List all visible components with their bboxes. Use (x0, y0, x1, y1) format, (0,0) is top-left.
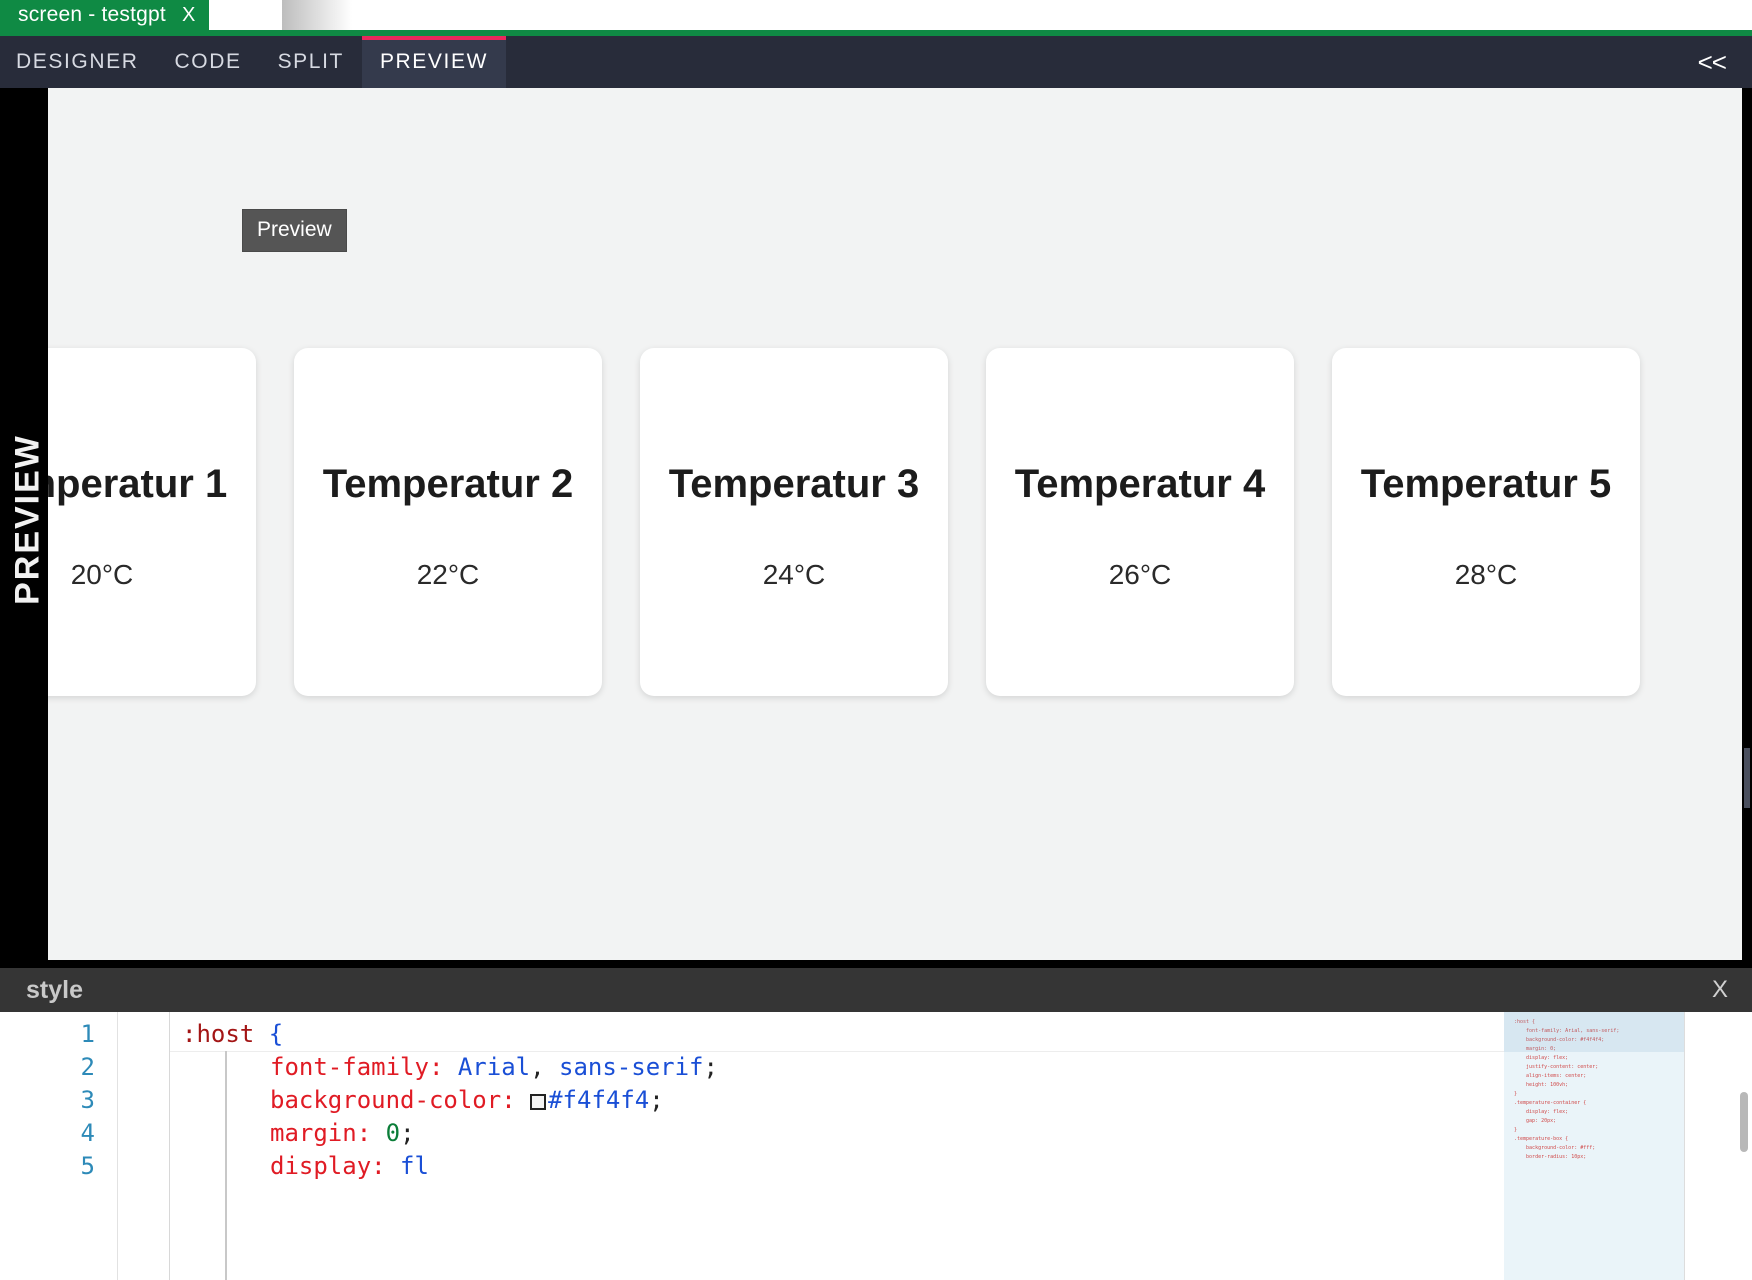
code-token: sans-serif (559, 1053, 704, 1081)
code-token: , (530, 1053, 544, 1081)
temperature-box[interactable]: Temperatur 3 24°C (640, 348, 948, 696)
minimap-line: align-items: center; (1514, 1072, 1694, 1081)
tab-code-label: CODE (175, 50, 242, 74)
temperature-box[interactable]: Temperatur 4 26°C (986, 348, 1294, 696)
minimap-line: gap: 20px; (1514, 1117, 1694, 1126)
code-token: fl (400, 1152, 429, 1180)
minimap-line: height: 100vh; (1514, 1081, 1694, 1090)
temperature-container: Temperatur 1 20°C Temperatur 2 22°C Temp… (48, 348, 1640, 696)
minimap-line: .temperature-box { (1514, 1135, 1694, 1144)
code-token: display: (270, 1152, 386, 1180)
tab-preview[interactable]: PREVIEW (362, 36, 506, 88)
minimap-line: background-color: #fff; (1514, 1144, 1694, 1153)
line-number-gutter: 12345 (0, 1012, 118, 1280)
tab-designer-label: DESIGNER (16, 50, 139, 74)
temperature-box[interactable]: Temperatur 5 28°C (1332, 348, 1640, 696)
code-token (386, 1152, 400, 1180)
temperature-value: 26°C (1109, 559, 1172, 591)
code-minimap[interactable]: :host { font-family: Arial, sans-serif; … (1504, 1012, 1694, 1280)
minimap-line: justify-content: center; (1514, 1063, 1694, 1072)
close-icon[interactable]: X (182, 5, 196, 25)
code-token (545, 1053, 559, 1081)
code-token (443, 1053, 457, 1081)
code-token (371, 1119, 385, 1147)
code-token: { (269, 1020, 283, 1048)
close-icon[interactable]: X (1712, 968, 1728, 1012)
temperature-value: 20°C (71, 559, 134, 591)
app-root: screen - testgpt X DESIGNER CODE SPLIT P… (0, 0, 1752, 1280)
style-panel-header: style X (0, 968, 1752, 1012)
line-number: 5 (0, 1150, 117, 1183)
minimap-line: display: flex; (1514, 1054, 1694, 1063)
temperature-title: Temperatur 2 (323, 453, 573, 515)
minimap-line: } (1514, 1126, 1694, 1135)
code-token: ; (400, 1119, 414, 1147)
canvas-right-edge (1742, 88, 1752, 960)
tab-label: screen - testgpt (18, 3, 166, 27)
style-panel-title: style (26, 976, 83, 1005)
tab-code[interactable]: CODE (157, 36, 260, 88)
minimap-viewport[interactable] (1504, 1012, 1694, 1052)
code-token: ; (704, 1053, 718, 1081)
preview-canvas: Preview Temperatur 1 20°C Temperatur 2 2… (48, 88, 1752, 960)
code-token: :host (182, 1020, 254, 1048)
temperature-title: Temperatur 4 (1015, 453, 1265, 515)
tab-designer[interactable]: DESIGNER (0, 36, 157, 88)
tab-strip: screen - testgpt X (0, 0, 1752, 30)
code-token: ; (649, 1086, 663, 1114)
line-number: 2 (0, 1051, 117, 1084)
code-token (254, 1020, 268, 1048)
minimap-line: display: flex; (1514, 1108, 1694, 1117)
mode-toolbar: DESIGNER CODE SPLIT PREVIEW << (0, 36, 1752, 88)
tab-screen-testgpt[interactable]: screen - testgpt X (0, 0, 209, 30)
tab-split-label: SPLIT (278, 50, 344, 74)
canvas-scrollbar[interactable] (1744, 748, 1750, 808)
preview-rail: PREVIEW (0, 88, 48, 960)
minimap-scrollbar[interactable] (1684, 1012, 1694, 1280)
code-token: font-family: (270, 1053, 443, 1081)
temperature-value: 22°C (417, 559, 480, 591)
code-token: 0 (386, 1119, 400, 1147)
line-number: 1 (0, 1018, 117, 1051)
editor-right-bar (1694, 1012, 1752, 1280)
minimap-line: border-radius: 10px; (1514, 1153, 1694, 1162)
temperature-title: Temperatur 5 (1361, 453, 1611, 515)
code-token: margin: (270, 1119, 371, 1147)
code-fold-column[interactable] (118, 1012, 170, 1280)
temperature-value: 28°C (1455, 559, 1518, 591)
code-editor[interactable]: 12345 :host { font-family: Arial, sans-se… (0, 1012, 1752, 1280)
temperature-value: 24°C (763, 559, 826, 591)
editor-vertical-scrollbar[interactable] (1740, 1092, 1748, 1152)
minimap-line: } (1514, 1090, 1694, 1099)
preview-tooltip: Preview (242, 209, 347, 252)
code-token: background-color: (270, 1086, 516, 1114)
line-number: 3 (0, 1084, 117, 1117)
tab-split[interactable]: SPLIT (260, 36, 362, 88)
temperature-box[interactable]: Temperatur 2 22°C (294, 348, 602, 696)
temperature-box[interactable]: Temperatur 1 20°C (48, 348, 256, 696)
style-panel: style X 12345 :host { font-family: Arial,… (0, 968, 1752, 1280)
code-token: Arial (458, 1053, 530, 1081)
preview-rail-label: PREVIEW (9, 120, 48, 920)
temperature-title: Temperatur 3 (669, 453, 919, 515)
tab-strip-fade (282, 0, 352, 30)
temperature-title: Temperatur 1 (48, 453, 227, 515)
collapse-panel-button[interactable]: << (1698, 36, 1726, 88)
minimap-line: .temperature-container { (1514, 1099, 1694, 1108)
code-token: #f4f4f4 (548, 1086, 649, 1114)
code-token (516, 1086, 530, 1114)
line-number: 4 (0, 1117, 117, 1150)
color-swatch-icon[interactable] (530, 1094, 546, 1110)
indent-guide (225, 1051, 227, 1280)
tab-preview-label: PREVIEW (380, 50, 488, 74)
